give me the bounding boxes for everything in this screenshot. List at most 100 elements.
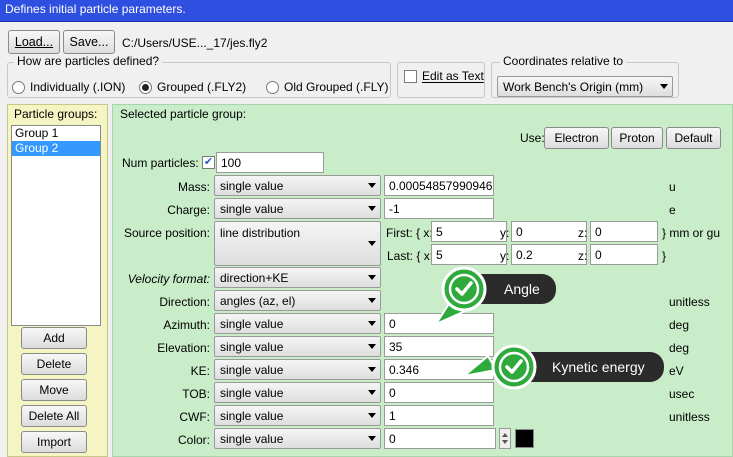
save-button[interactable]: Save... [63, 30, 115, 54]
cwf-label: CWF: [179, 410, 210, 424]
list-item-group-1[interactable]: Group 1 [12, 126, 100, 141]
source-first-label: First: { x: [386, 226, 433, 240]
mass-label: Mass: [177, 180, 210, 194]
electron-button[interactable]: Electron [544, 127, 609, 149]
select-value: line distribution [220, 226, 301, 240]
chevron-down-icon [368, 435, 376, 441]
selected-group-legend: Selected particle group: [120, 107, 247, 121]
chevron-down-icon [368, 366, 376, 372]
charge-input[interactable]: -1 [384, 198, 494, 219]
select-value: direction+KE [220, 271, 289, 285]
num-particles-checkbox[interactable]: ✔ [202, 156, 215, 169]
select-value: angles (az, el) [220, 294, 296, 308]
direction-unit: unitless [669, 295, 710, 309]
window-title: Defines initial particle parameters. [0, 0, 733, 22]
cwf-unit: unitless [669, 410, 710, 424]
file-path: C:/Users/USE..._17/jes.fly2 [122, 36, 268, 50]
mass-mode-select[interactable]: single value [214, 175, 381, 196]
checkbox-box [404, 69, 417, 83]
chevron-down-icon [368, 240, 376, 246]
num-particles-label: Num particles: [122, 156, 199, 170]
select-value: single value [220, 340, 284, 354]
edit-as-text-checkbox[interactable]: Edit as Text [404, 69, 484, 83]
first-y-label: y: [500, 226, 510, 240]
source-close-brace: } [662, 249, 667, 263]
add-group-button[interactable]: Add [21, 327, 87, 349]
source-mode-select[interactable]: line distribution [214, 221, 381, 266]
last-z-input[interactable]: 0 [590, 244, 658, 265]
select-value: single value [220, 317, 284, 331]
chevron-down-icon [368, 182, 376, 188]
radio-circle [139, 80, 152, 94]
azimuth-label: Azimuth: [163, 318, 210, 332]
chevron-down-icon [660, 83, 668, 89]
select-value: single value [220, 179, 284, 193]
radio-individually[interactable]: Individually (.ION) [12, 80, 125, 94]
num-particles-input[interactable]: 100 [216, 152, 324, 173]
select-value: single value [220, 409, 284, 423]
chevron-down-icon [368, 320, 376, 326]
mass-input[interactable]: 0.00054857990946 [384, 175, 494, 196]
elevation-mode-select[interactable]: single value [214, 336, 381, 357]
load-button[interactable]: Load... [8, 30, 60, 54]
radio-old-grouped[interactable]: Old Grouped (.FLY) [266, 80, 388, 94]
coordinates-value: Work Bench's Origin (mm) [503, 80, 644, 94]
load-button-label: Load... [14, 35, 54, 49]
first-x-input[interactable]: 5 [431, 221, 507, 242]
arrow-up-icon [502, 433, 508, 437]
first-z-input[interactable]: 0 [590, 221, 658, 242]
cwf-mode-select[interactable]: single value [214, 405, 381, 426]
charge-unit: e [669, 203, 676, 217]
color-swatch[interactable] [515, 429, 534, 448]
default-button[interactable]: Default [666, 127, 721, 149]
check-icon [491, 344, 537, 390]
save-button-label: Save... [69, 35, 109, 49]
cwf-input[interactable]: 1 [384, 405, 494, 426]
particle-groups-legend: Particle groups: [14, 107, 98, 121]
charge-mode-select[interactable]: single value [214, 198, 381, 219]
radio-grouped[interactable]: Grouped (.FLY2) [139, 80, 246, 94]
chevron-down-icon [368, 205, 376, 211]
import-button[interactable]: Import [21, 431, 87, 453]
tob-mode-select[interactable]: single value [214, 382, 381, 403]
coordinates-legend: Coordinates relative to [500, 54, 627, 68]
last-y-label: y: [500, 249, 510, 263]
azimuth-mode-select[interactable]: single value [214, 313, 381, 334]
ke-label: KE: [190, 364, 210, 378]
tob-label: TOB: [182, 387, 210, 401]
tob-unit: usec [669, 387, 695, 401]
tob-input[interactable]: 0 [384, 382, 494, 403]
angle-callout-label: Angle [504, 281, 540, 297]
velocity-format-select[interactable]: direction+KE [214, 267, 381, 288]
first-y-input[interactable]: 0 [511, 221, 587, 242]
color-input[interactable]: 0 [384, 428, 496, 449]
elevation-label: Elevation: [157, 341, 210, 355]
arrow-down-icon [502, 440, 508, 444]
radio-label: Individually (.ION) [30, 80, 126, 94]
chevron-down-icon [368, 412, 376, 418]
color-spinner[interactable] [499, 428, 511, 449]
definition-legend: How are particles defined? [14, 54, 163, 68]
mass-unit: u [669, 180, 676, 194]
use-label: Use: [520, 131, 545, 145]
particle-groups-list[interactable]: Group 1 Group 2 [11, 125, 101, 326]
radio-label: Grouped (.FLY2) [157, 80, 247, 94]
source-position-label: Source position: [123, 226, 210, 240]
check-icon [441, 266, 487, 312]
ke-unit: eV [669, 364, 684, 378]
radio-circle [266, 80, 279, 94]
delete-all-button[interactable]: Delete All [21, 405, 87, 427]
direction-select[interactable]: angles (az, el) [214, 290, 381, 311]
coordinates-select[interactable]: Work Bench's Origin (mm) [497, 76, 673, 97]
move-group-button[interactable]: Move [21, 379, 87, 401]
velocity-format-label: Velocity format: [127, 272, 210, 286]
color-mode-select[interactable]: single value [214, 428, 381, 449]
chevron-down-icon [368, 297, 376, 303]
delete-group-button[interactable]: Delete [21, 353, 87, 375]
charge-label: Charge: [167, 203, 210, 217]
proton-button[interactable]: Proton [611, 127, 663, 149]
chevron-down-icon [368, 343, 376, 349]
ke-mode-select[interactable]: single value [214, 359, 381, 380]
list-item-group-2[interactable]: Group 2 [12, 141, 100, 156]
source-unit: } mm or gu [662, 226, 721, 240]
